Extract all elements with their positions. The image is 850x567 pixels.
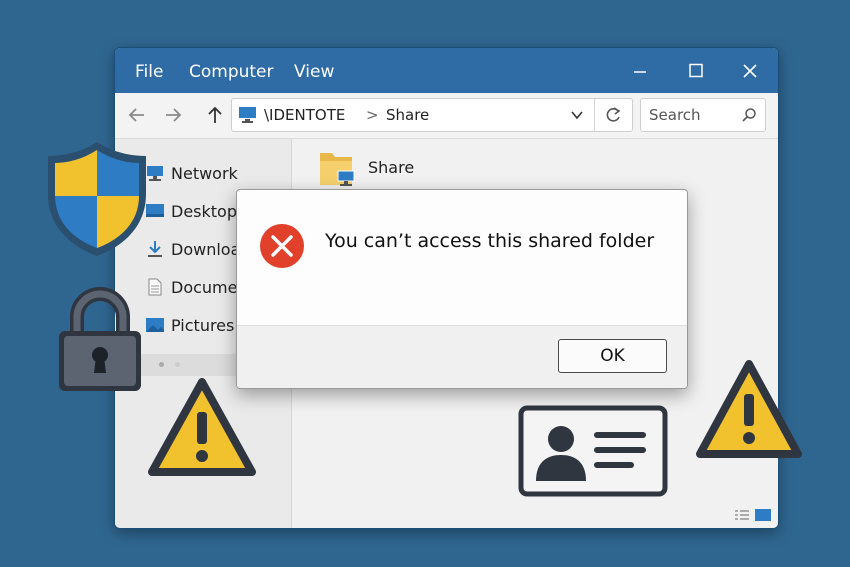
- warning-icon: [696, 360, 802, 458]
- sidebar-item-desktop[interactable]: Desktop: [145, 199, 237, 223]
- folder-label[interactable]: Share: [368, 158, 414, 177]
- warning-icon: [148, 378, 256, 476]
- dialog-message: You can’t access this shared folder: [325, 230, 655, 252]
- menu-file[interactable]: File: [135, 62, 163, 82]
- refresh-icon[interactable]: [604, 106, 622, 124]
- scroll-dot: [159, 362, 164, 367]
- large-icons-view-icon[interactable]: [754, 508, 772, 522]
- arrow-up-icon: [208, 106, 222, 123]
- id-card-icon: [518, 405, 668, 497]
- sidebar-item-label: Desktop: [171, 201, 237, 221]
- view-toggle: [734, 508, 772, 522]
- search-placeholder: Search: [649, 106, 701, 124]
- title-bar: File Computer View: [115, 48, 778, 93]
- search-icon: [742, 108, 756, 122]
- security-shield-icon: [48, 142, 146, 256]
- dialog-footer: OK: [237, 325, 687, 388]
- address-separator: >: [366, 106, 379, 124]
- sidebar-item-network[interactable]: Network: [145, 161, 238, 185]
- computer-icon: [239, 107, 256, 123]
- close-button[interactable]: [733, 56, 767, 86]
- search-box[interactable]: Search: [640, 98, 766, 132]
- sidebar-item-label: Network: [171, 163, 238, 183]
- scroll-dot: [175, 362, 180, 367]
- pictures-icon: [146, 318, 164, 332]
- chevron-down-icon[interactable]: [570, 109, 584, 121]
- close-icon: [743, 64, 757, 78]
- arrow-left-icon: [128, 108, 144, 122]
- address-folder[interactable]: Share: [386, 106, 429, 124]
- navigation-toolbar: \IDENTOTE > Share Search: [115, 93, 778, 139]
- back-button[interactable]: [123, 101, 151, 129]
- details-view-icon[interactable]: [734, 508, 750, 522]
- minimize-icon: [634, 71, 646, 73]
- up-button[interactable]: [201, 101, 229, 129]
- sidebar-item-label: Pictures: [171, 315, 235, 335]
- address-bar[interactable]: \IDENTOTE > Share: [231, 98, 633, 132]
- arrow-right-icon: [166, 108, 182, 122]
- maximize-button[interactable]: [679, 56, 713, 86]
- padlock-icon: [59, 287, 141, 391]
- error-icon: [260, 224, 304, 268]
- ok-button[interactable]: OK: [558, 339, 667, 373]
- maximize-icon: [689, 63, 703, 78]
- shared-folder-icon[interactable]: [318, 147, 358, 189]
- menu-view[interactable]: View: [294, 62, 334, 82]
- menu-computer[interactable]: Computer: [189, 62, 274, 82]
- document-icon: [148, 278, 162, 296]
- forward-button[interactable]: [159, 101, 187, 129]
- minimize-button[interactable]: [623, 56, 657, 86]
- address-computer[interactable]: \IDENTOTE: [264, 106, 345, 124]
- address-divider: [594, 99, 595, 131]
- sidebar-item-pictures[interactable]: Pictures: [145, 313, 234, 337]
- access-denied-dialog: You can’t access this shared folder OK: [236, 189, 688, 389]
